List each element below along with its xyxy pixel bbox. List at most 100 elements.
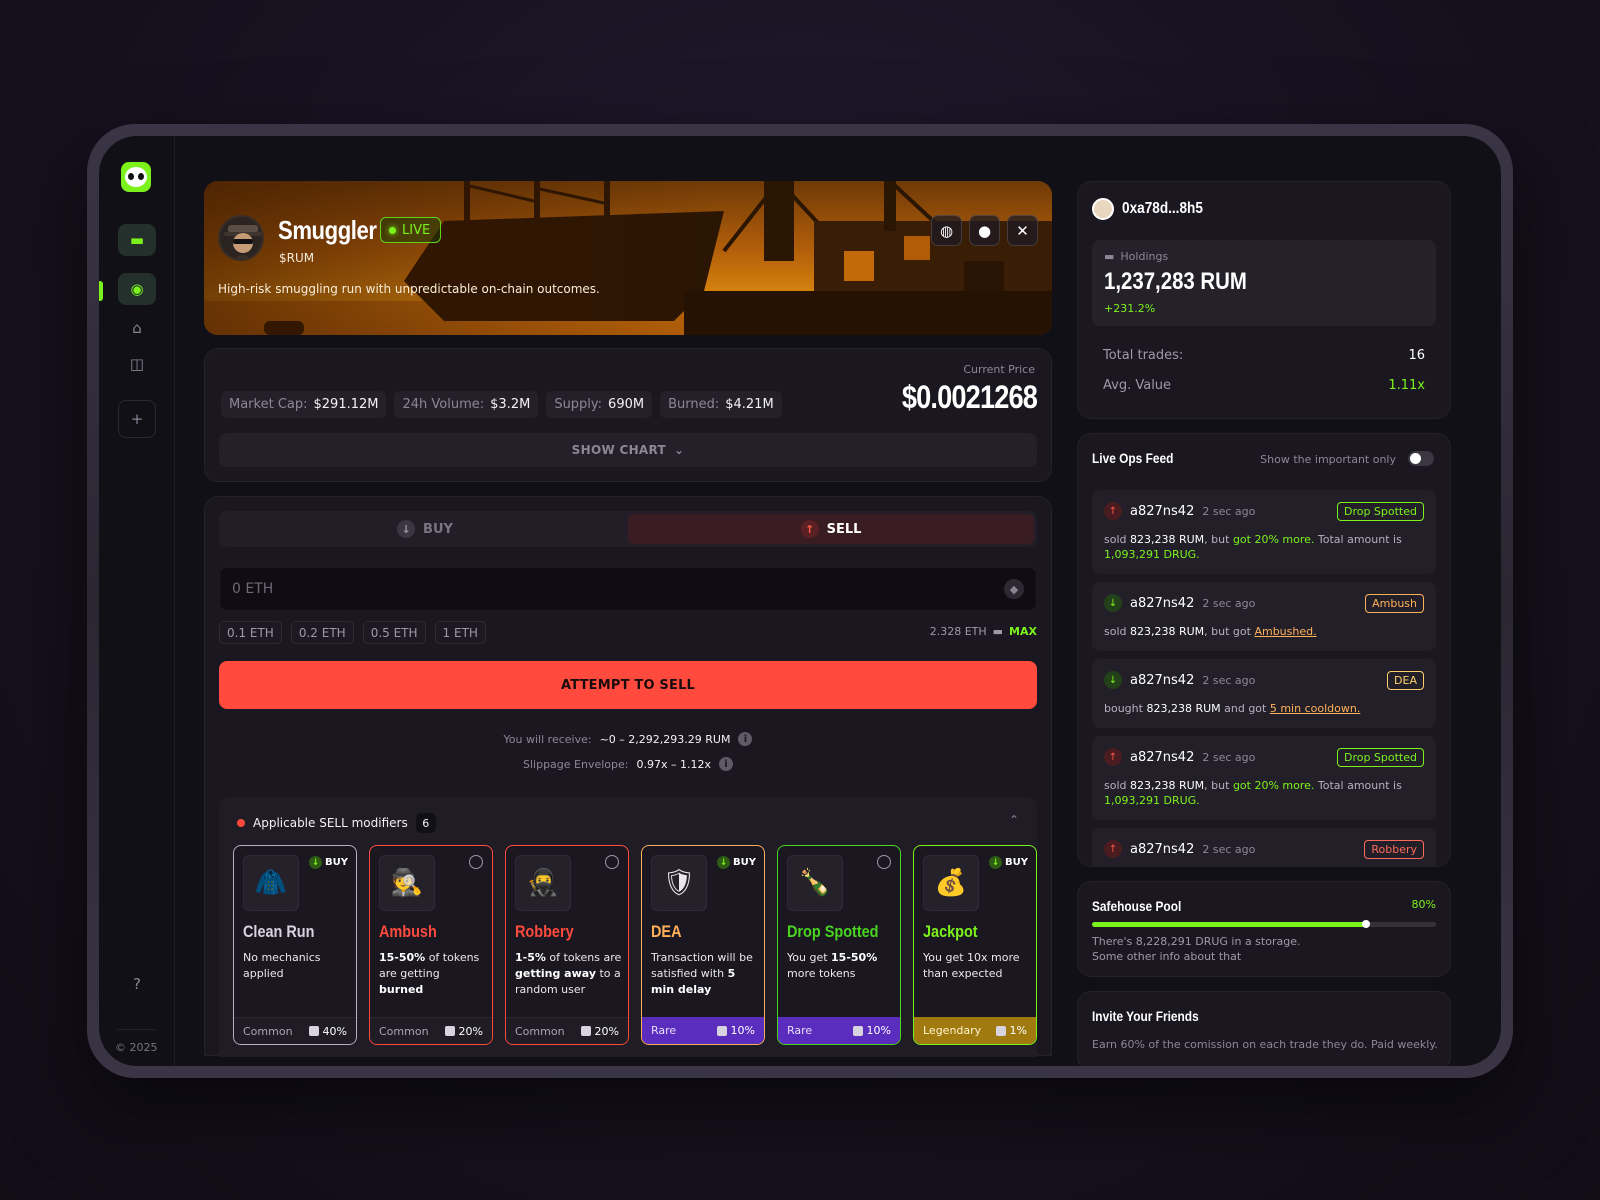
feed-time: 2 sec ago <box>1202 750 1256 764</box>
ethereum-icon: ◆ <box>1004 579 1024 599</box>
modifier-name: DEA <box>651 922 682 941</box>
trade-panel: ↓ BUY ↑ SELL 0 ETH ◆ 0.1 ETH 0.2 ETH 0.5 E… <box>204 496 1052 1057</box>
feed-user[interactable]: a827ns42 <box>1130 504 1194 519</box>
modifier-name: Drop Spotted <box>787 922 879 941</box>
holdings-change: +231.2% <box>1104 302 1156 315</box>
modifier-card[interactable]: 🥷 Robbery 1-5% of tokens are getting awa… <box>505 845 629 1045</box>
modifier-thumbnail: 🧥 <box>243 855 299 911</box>
invite-friends-panel: Invite Your Friends Earn 60% of the comi… <box>1077 991 1451 1066</box>
preset-amount-button[interactable]: 1 ETH <box>434 621 486 644</box>
feed-user[interactable]: a827ns42 <box>1130 750 1194 765</box>
arrow-down-icon: ↓ <box>1104 671 1122 689</box>
buy-tag: ↓ BUY <box>717 856 756 869</box>
github-icon[interactable]: ● <box>969 215 1000 246</box>
avg-value-value: 1.11x <box>1388 378 1425 393</box>
social-links: ◍ ● ✕ <box>931 215 1038 246</box>
preset-amount-button[interactable]: 0.1 ETH <box>219 621 282 644</box>
modifier-description: No mechanics applied <box>243 951 321 980</box>
show-chart-button[interactable]: SHOW CHART ⌄ <box>219 433 1037 467</box>
show-chart-label: SHOW CHART <box>571 443 666 457</box>
game-title: Smuggler <box>278 215 377 245</box>
important-only-label: Show the important only <box>1260 453 1396 466</box>
modifiers-header: Applicable SELL modifiers 6 <box>237 813 436 833</box>
token-ticker: $RUM <box>279 251 315 265</box>
invite-description: Earn 60% of the comission on each trade … <box>1092 1038 1438 1051</box>
modifier-card[interactable]: 🧥 ↓ BUY Clean Run No mechanics applied Co… <box>233 845 357 1045</box>
profile-panel: 0xa78d...8h5 ▬ Holdings 1,237,283 RUM +2… <box>1077 181 1451 419</box>
wallet-address[interactable]: 0xa78d...8h5 <box>1122 200 1203 218</box>
tab-buy[interactable]: ↓ BUY <box>222 514 628 544</box>
modifier-description: You get 10x more than expected <box>923 951 1020 980</box>
globe-icon[interactable]: ◍ <box>931 215 962 246</box>
feed-title: Live Ops Feed <box>1092 450 1174 466</box>
feed-time: 2 sec ago <box>1202 504 1256 518</box>
chance-label: 10% <box>866 1024 891 1037</box>
feed-user[interactable]: a827ns42 <box>1130 842 1194 857</box>
x-twitter-icon[interactable]: ✕ <box>1007 215 1038 246</box>
sidebar: ▬ ◉ ⌂ ◫ + ? © 2025 <box>99 136 175 1066</box>
feed-item[interactable]: ↓ a827ns42 2 sec ago DEA bought 823,238 … <box>1092 659 1436 728</box>
feed-item[interactable]: ↑ a827ns42 2 sec ago Drop Spotted sold 8… <box>1092 736 1436 820</box>
modifier-thumbnail: 🍾 <box>787 855 843 911</box>
amount-input[interactable]: 0 ETH ◆ <box>219 567 1037 611</box>
pool-title: Safehouse Pool <box>1092 898 1182 914</box>
chevron-up-icon[interactable]: ⌃ <box>1009 813 1019 827</box>
divider <box>117 1029 156 1030</box>
receive-info: You will receive: ~0 – 2,292,293.29 RUM … <box>205 732 1051 746</box>
total-trades-row: Total trades: 16 <box>1103 348 1425 363</box>
arrow-down-icon: ↓ <box>397 520 416 538</box>
feed-item[interactable]: ↑ a827ns42 2 sec ago Robbery <box>1092 828 1436 866</box>
modifier-thumbnail: 🕵 <box>379 855 435 911</box>
gift-icon[interactable]: ⌂ <box>118 312 156 344</box>
max-button[interactable]: MAX <box>1009 625 1037 638</box>
feed-item[interactable]: ↑ a827ns42 2 sec ago Drop Spotted sold 8… <box>1092 490 1436 574</box>
feed-time: 2 sec ago <box>1202 842 1256 856</box>
modifier-card[interactable]: 🕵 Ambush 15-50% of tokens are getting bu… <box>369 845 493 1045</box>
add-icon[interactable]: + <box>118 400 156 438</box>
modifier-footer: Rare 10% <box>642 1017 764 1044</box>
stat-label: 24h Volume: <box>402 397 485 412</box>
info-icon[interactable]: i <box>719 757 733 771</box>
feed-body: bought 823,238 RUM and got 5 min cooldow… <box>1104 702 1361 715</box>
help-icon[interactable]: ? <box>118 968 156 1000</box>
feed-list: ↑ a827ns42 2 sec ago Drop Spotted sold 8… <box>1092 490 1436 866</box>
attempt-to-sell-button[interactable]: ATTEMPT TO SELL <box>219 661 1037 709</box>
modifier-card[interactable]: 🍾 Drop Spotted You get 15-50% more token… <box>777 845 901 1045</box>
tab-sell-label: SELL <box>826 521 862 537</box>
chevron-down-icon: ⌄ <box>673 443 685 457</box>
rarity-label: Common <box>243 1024 293 1038</box>
smuggler-avatar <box>218 215 264 261</box>
modifier-card[interactable]: 🛡 ↓ BUY DEA Transaction will be satisfied… <box>641 845 765 1045</box>
market-stats-panel: Market Cap: $291.12M 24h Volume: $3.2M Suppl… <box>204 348 1052 482</box>
modifiers-section: Applicable SELL modifiers 6 ⌃ 🧥 ↓ BUY Cle… <box>219 797 1037 1057</box>
holdings-card: ▬ Holdings 1,237,283 RUM +231.2% <box>1092 240 1436 326</box>
modifier-thumbnail: 💰 <box>923 855 979 911</box>
important-only-toggle[interactable] <box>1408 451 1434 466</box>
tab-sell[interactable]: ↑ SELL <box>628 514 1034 544</box>
chance-value: 10% <box>852 1024 891 1037</box>
rarity-label: Legendary <box>923 1024 982 1037</box>
stat-value: 690M <box>608 397 645 412</box>
shopping-bag-icon[interactable]: ◫ <box>118 348 156 380</box>
receive-label: You will receive: <box>503 732 592 746</box>
avg-value-label: Avg. Value <box>1103 378 1172 393</box>
user-avatar[interactable] <box>1092 198 1114 220</box>
modifier-name: Ambush <box>379 922 437 941</box>
modifiers-count: 6 <box>415 813 436 833</box>
preset-amount-button[interactable]: 0.2 ETH <box>290 621 354 644</box>
preset-amount-button[interactable]: 0.5 ETH <box>362 621 426 644</box>
panda-logo-icon[interactable] <box>121 162 151 192</box>
feed-item[interactable]: ↓ a827ns42 2 sec ago Ambush sold 823,238… <box>1092 582 1436 651</box>
modifier-card[interactable]: 💰 ↓ BUY Jackpot You get 10x more than exp… <box>913 845 1037 1045</box>
gamepad-icon[interactable]: ◉ <box>118 273 156 305</box>
stat-chip: 24h Volume: $3.2M <box>394 391 539 418</box>
modifier-name: Robbery <box>515 922 574 941</box>
dice-icon <box>580 1026 591 1036</box>
wallet-icon[interactable]: ▬ <box>118 224 156 256</box>
avg-value-row: Avg. Value 1.11x <box>1103 378 1425 393</box>
feed-user[interactable]: a827ns42 <box>1130 673 1194 688</box>
tab-buy-label: BUY <box>423 521 453 537</box>
feed-user[interactable]: a827ns42 <box>1130 596 1194 611</box>
modifier-description: You get 15-50% more tokens <box>787 951 878 980</box>
info-icon[interactable]: i <box>738 732 753 746</box>
